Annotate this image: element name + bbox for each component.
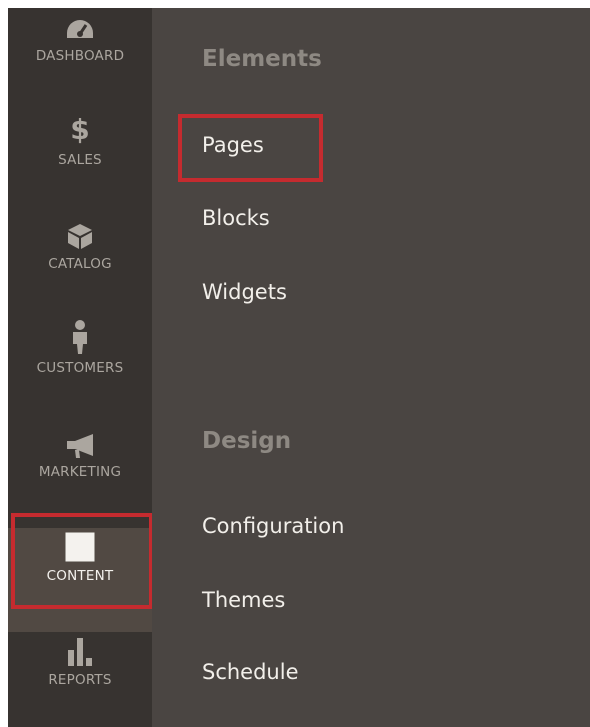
menu-link-pages[interactable]: Pages [202, 133, 264, 157]
sidebar-item-sales[interactable]: $ SALES [8, 112, 152, 216]
sidebar-item-content[interactable]: CONTENT [8, 528, 152, 632]
menu-link-schedule[interactable]: Schedule [202, 660, 299, 684]
sidebar-item-label: MARKETING [38, 464, 122, 480]
menu-link-themes[interactable]: Themes [202, 588, 285, 612]
menu-link-configuration[interactable]: Configuration [202, 514, 344, 538]
sidebar-item-customers[interactable]: CUSTOMERS [8, 320, 152, 424]
section-title-design: Design [202, 428, 292, 454]
menu-link-blocks[interactable]: Blocks [202, 206, 270, 230]
person-icon [70, 320, 90, 354]
sidebar-item-label: SALES [58, 152, 102, 168]
megaphone-icon [63, 424, 97, 458]
layout-icon [65, 528, 95, 562]
sidebar-item-dashboard[interactable]: DASHBOARD [8, 8, 152, 112]
sidebar-item-label: REPORTS [48, 672, 112, 688]
bar-chart-icon [66, 632, 94, 666]
menu-link-widgets[interactable]: Widgets [202, 280, 287, 304]
sidebar-item-label: CATALOG [48, 256, 112, 272]
box-icon [66, 216, 94, 250]
content-flyout-panel: Elements Pages Blocks Widgets Design Con… [152, 8, 590, 727]
sidebar-item-label: CONTENT [46, 568, 114, 584]
sidebar-item-marketing[interactable]: MARKETING [8, 424, 152, 528]
admin-sidebar: DASHBOARD $ SALES CATALOG CUSTOMERS MARK… [8, 8, 153, 727]
section-title-elements: Elements [202, 46, 322, 72]
sidebar-item-catalog[interactable]: CATALOG [8, 216, 152, 320]
sidebar-item-label: DASHBOARD [35, 48, 125, 64]
sidebar-item-reports[interactable]: REPORTS [8, 632, 152, 727]
dollar-icon: $ [70, 113, 90, 146]
sidebar-item-label: CUSTOMERS [36, 360, 124, 376]
dashboard-gauge-icon [64, 8, 96, 42]
admin-menu-frame: DASHBOARD $ SALES CATALOG CUSTOMERS MARK… [8, 8, 590, 727]
